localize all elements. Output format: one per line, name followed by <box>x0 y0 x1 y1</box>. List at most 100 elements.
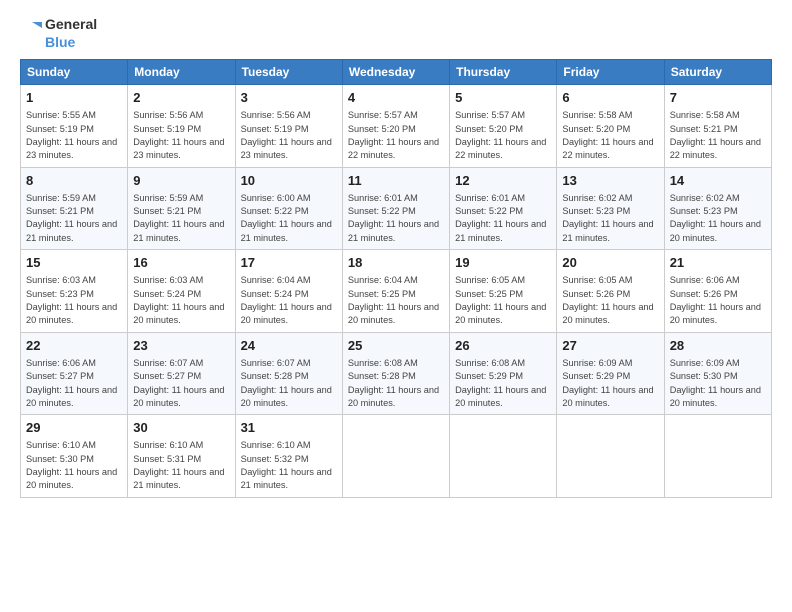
day-number: 8 <box>26 172 122 190</box>
calendar-week-3: 15Sunrise: 6:03 AMSunset: 5:23 PMDayligh… <box>21 250 772 333</box>
logo-text: General Blue <box>45 16 97 51</box>
day-info: Sunrise: 6:02 AMSunset: 5:23 PMDaylight:… <box>562 192 658 245</box>
day-number: 7 <box>670 89 766 107</box>
day-info: Sunrise: 6:06 AMSunset: 5:26 PMDaylight:… <box>670 274 766 327</box>
calendar-cell: 20 Sunrise: 6:05 AMSunset: 5:26 PMDayligh… <box>557 250 664 333</box>
day-number: 17 <box>241 254 337 272</box>
calendar-cell: 8Sunrise: 5:59 AMSunset: 5:21 PMDaylight… <box>21 167 128 250</box>
day-info: Sunrise: 6:10 AMSunset: 5:31 PMDaylight:… <box>133 439 229 492</box>
calendar-cell: 12 Sunrise: 6:01 AMSunset: 5:22 PMDayligh… <box>450 167 557 250</box>
calendar-cell: 25 Sunrise: 6:08 AMSunset: 5:28 PMDayligh… <box>342 332 449 415</box>
day-number: 27 <box>562 337 658 355</box>
day-info: Sunrise: 6:07 AMSunset: 5:28 PMDaylight:… <box>241 357 337 410</box>
day-header-saturday: Saturday <box>664 60 771 85</box>
day-info: Sunrise: 6:10 AMSunset: 5:32 PMDaylight:… <box>241 439 337 492</box>
day-info: Sunrise: 5:56 AMSunset: 5:19 PMDaylight:… <box>133 109 229 162</box>
day-header-friday: Friday <box>557 60 664 85</box>
day-number: 16 <box>133 254 229 272</box>
day-info: Sunrise: 5:55 AMSunset: 5:19 PMDaylight:… <box>26 109 122 162</box>
calendar-week-5: 29Sunrise: 6:10 AMSunset: 5:30 PMDayligh… <box>21 415 772 498</box>
day-info: Sunrise: 6:04 AMSunset: 5:25 PMDaylight:… <box>348 274 444 327</box>
day-info: Sunrise: 5:56 AMSunset: 5:19 PMDaylight:… <box>241 109 337 162</box>
calendar-cell: 21 Sunrise: 6:06 AMSunset: 5:26 PMDayligh… <box>664 250 771 333</box>
day-number: 25 <box>348 337 444 355</box>
day-info: Sunrise: 6:06 AMSunset: 5:27 PMDaylight:… <box>26 357 122 410</box>
calendar-cell: 14 Sunrise: 6:02 AMSunset: 5:23 PMDayligh… <box>664 167 771 250</box>
calendar-cell: 19 Sunrise: 6:05 AMSunset: 5:25 PMDayligh… <box>450 250 557 333</box>
calendar-cell: 11 Sunrise: 6:01 AMSunset: 5:22 PMDayligh… <box>342 167 449 250</box>
day-info: Sunrise: 6:08 AMSunset: 5:28 PMDaylight:… <box>348 357 444 410</box>
day-number: 21 <box>670 254 766 272</box>
calendar-cell: 13 Sunrise: 6:02 AMSunset: 5:23 PMDayligh… <box>557 167 664 250</box>
day-info: Sunrise: 6:08 AMSunset: 5:29 PMDaylight:… <box>455 357 551 410</box>
calendar-cell: 3Sunrise: 5:56 AMSunset: 5:19 PMDaylight… <box>235 85 342 168</box>
calendar-cell: 17 Sunrise: 6:04 AMSunset: 5:24 PMDayligh… <box>235 250 342 333</box>
day-info: Sunrise: 6:04 AMSunset: 5:24 PMDaylight:… <box>241 274 337 327</box>
day-number: 2 <box>133 89 229 107</box>
calendar-cell <box>342 415 449 498</box>
calendar-week-1: 1 Sunrise: 5:55 AMSunset: 5:19 PMDaylight… <box>21 85 772 168</box>
day-info: Sunrise: 5:58 AMSunset: 5:20 PMDaylight:… <box>562 109 658 162</box>
day-number: 4 <box>348 89 444 107</box>
day-number: 9 <box>133 172 229 190</box>
calendar-cell: 2 Sunrise: 5:56 AMSunset: 5:19 PMDaylight… <box>128 85 235 168</box>
day-number: 28 <box>670 337 766 355</box>
logo-block: General Blue <box>20 16 97 51</box>
day-number: 13 <box>562 172 658 190</box>
calendar-cell: 28 Sunrise: 6:09 AMSunset: 5:30 PMDayligh… <box>664 332 771 415</box>
day-info: Sunrise: 6:05 AMSunset: 5:26 PMDaylight:… <box>562 274 658 327</box>
calendar-cell: 27Sunrise: 6:09 AMSunset: 5:29 PMDayligh… <box>557 332 664 415</box>
calendar-cell: 16 Sunrise: 6:03 AMSunset: 5:24 PMDayligh… <box>128 250 235 333</box>
day-info: Sunrise: 6:09 AMSunset: 5:30 PMDaylight:… <box>670 357 766 410</box>
day-info: Sunrise: 6:05 AMSunset: 5:25 PMDaylight:… <box>455 274 551 327</box>
calendar-cell: 30 Sunrise: 6:10 AMSunset: 5:31 PMDayligh… <box>128 415 235 498</box>
day-info: Sunrise: 5:57 AMSunset: 5:20 PMDaylight:… <box>348 109 444 162</box>
calendar-cell: 31 Sunrise: 6:10 AMSunset: 5:32 PMDayligh… <box>235 415 342 498</box>
day-number: 26 <box>455 337 551 355</box>
day-number: 30 <box>133 419 229 437</box>
day-info: Sunrise: 6:03 AMSunset: 5:24 PMDaylight:… <box>133 274 229 327</box>
calendar-header-row: SundayMondayTuesdayWednesdayThursdayFrid… <box>21 60 772 85</box>
day-info: Sunrise: 6:02 AMSunset: 5:23 PMDaylight:… <box>670 192 766 245</box>
day-number: 12 <box>455 172 551 190</box>
day-info: Sunrise: 6:07 AMSunset: 5:27 PMDaylight:… <box>133 357 229 410</box>
day-number: 20 <box>562 254 658 272</box>
calendar-cell <box>557 415 664 498</box>
page-header: General Blue <box>20 16 772 51</box>
day-header-sunday: Sunday <box>21 60 128 85</box>
calendar-cell: 1 Sunrise: 5:55 AMSunset: 5:19 PMDaylight… <box>21 85 128 168</box>
calendar-cell: 23Sunrise: 6:07 AMSunset: 5:27 PMDayligh… <box>128 332 235 415</box>
day-number: 29 <box>26 419 122 437</box>
day-number: 11 <box>348 172 444 190</box>
calendar-week-2: 8 Sunrise: 5:59 AMSunset: 5:21 PMDaylight… <box>21 167 772 250</box>
calendar-cell: 5Sunrise: 5:57 AMSunset: 5:20 PMDaylight… <box>450 85 557 168</box>
day-number: 1 <box>26 89 122 107</box>
calendar-cell: 6 Sunrise: 5:58 AMSunset: 5:20 PMDaylight… <box>557 85 664 168</box>
day-header-wednesday: Wednesday <box>342 60 449 85</box>
logo-shape-icon <box>20 20 42 48</box>
calendar-cell: 26 Sunrise: 6:08 AMSunset: 5:29 PMDayligh… <box>450 332 557 415</box>
day-number: 15 <box>26 254 122 272</box>
day-number: 31 <box>241 419 337 437</box>
calendar-cell: 29Sunrise: 6:10 AMSunset: 5:30 PMDayligh… <box>21 415 128 498</box>
day-number: 22 <box>26 337 122 355</box>
day-number: 6 <box>562 89 658 107</box>
day-info: Sunrise: 6:01 AMSunset: 5:22 PMDaylight:… <box>455 192 551 245</box>
day-info: Sunrise: 6:00 AMSunset: 5:22 PMDaylight:… <box>241 192 337 245</box>
day-info: Sunrise: 5:58 AMSunset: 5:21 PMDaylight:… <box>670 109 766 162</box>
day-info: Sunrise: 5:59 AMSunset: 5:21 PMDaylight:… <box>133 192 229 245</box>
day-info: Sunrise: 6:01 AMSunset: 5:22 PMDaylight:… <box>348 192 444 245</box>
calendar-cell: 18 Sunrise: 6:04 AMSunset: 5:25 PMDayligh… <box>342 250 449 333</box>
calendar-week-4: 22 Sunrise: 6:06 AMSunset: 5:27 PMDayligh… <box>21 332 772 415</box>
calendar-table: SundayMondayTuesdayWednesdayThursdayFrid… <box>20 59 772 498</box>
calendar-cell: 4 Sunrise: 5:57 AMSunset: 5:20 PMDaylight… <box>342 85 449 168</box>
calendar-cell: 7 Sunrise: 5:58 AMSunset: 5:21 PMDaylight… <box>664 85 771 168</box>
day-number: 14 <box>670 172 766 190</box>
day-header-monday: Monday <box>128 60 235 85</box>
day-number: 19 <box>455 254 551 272</box>
day-number: 18 <box>348 254 444 272</box>
day-header-tuesday: Tuesday <box>235 60 342 85</box>
calendar-cell: 9 Sunrise: 5:59 AMSunset: 5:21 PMDaylight… <box>128 167 235 250</box>
calendar-cell: 22 Sunrise: 6:06 AMSunset: 5:27 PMDayligh… <box>21 332 128 415</box>
calendar-cell: 15Sunrise: 6:03 AMSunset: 5:23 PMDayligh… <box>21 250 128 333</box>
